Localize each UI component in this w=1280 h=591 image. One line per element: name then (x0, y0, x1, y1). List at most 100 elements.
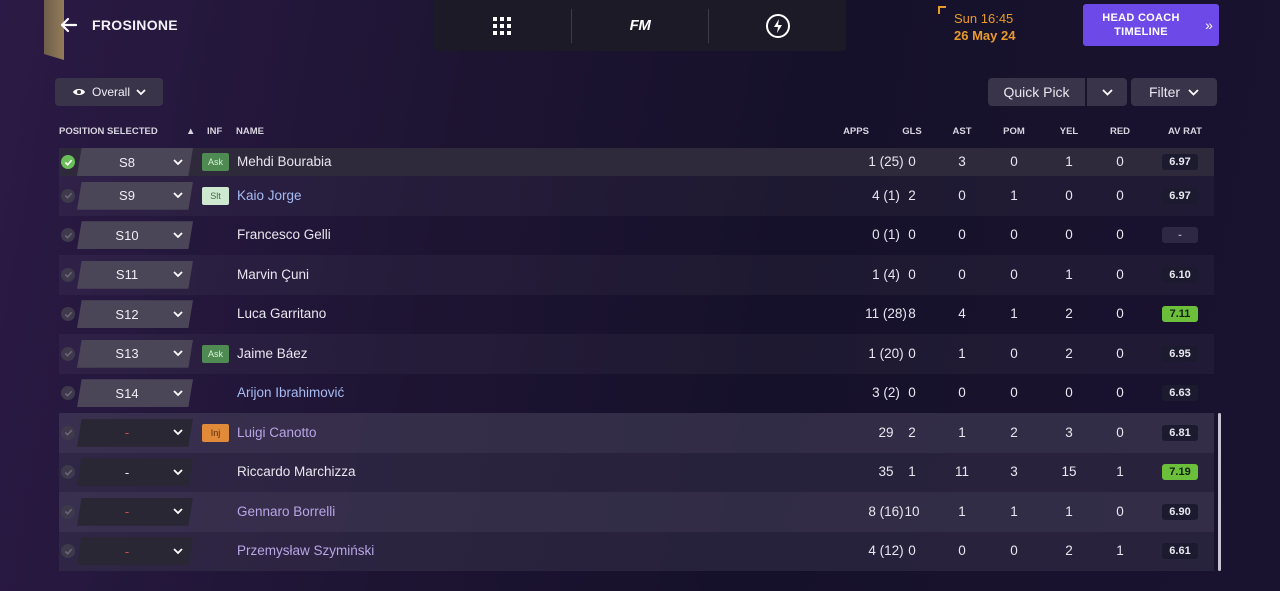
position-select[interactable]: - (77, 497, 193, 526)
head-coach-timeline-button[interactable]: HEAD COACH TIMELINE » (1083, 4, 1219, 46)
position-select[interactable]: - (77, 418, 193, 447)
player-name[interactable]: Przemysław Szymiński (237, 543, 374, 558)
col-gls[interactable]: GLS (892, 126, 932, 137)
stat-gls: 2 (908, 424, 916, 440)
selection-check-icon[interactable] (61, 386, 75, 401)
position-select[interactable]: S11 (77, 260, 193, 289)
table-row[interactable]: - Przemysław Szymiński 4 (12) 0 0 0 2 1 6.61 (59, 531, 1214, 571)
selection-check-icon[interactable] (61, 465, 75, 480)
stat-yel: 3 (1065, 424, 1073, 440)
date-day[interactable]: 26 May 24 (954, 28, 1015, 43)
stat-ast: 1 (958, 345, 966, 361)
table-row[interactable]: S8 Ask Mehdi Bourabia 1 (25) 0 3 0 1 0 6.97 (59, 148, 1214, 176)
table-row[interactable]: - Inj Luigi Canotto 29 2 1 2 3 0 6.81 (59, 413, 1214, 453)
selection-check-icon[interactable] (61, 425, 75, 440)
player-name[interactable]: Luca Garritano (237, 306, 326, 321)
position-select[interactable]: - (77, 458, 193, 487)
col-pom[interactable]: POM (994, 126, 1034, 137)
player-name[interactable]: Arijon Ibrahimović (237, 385, 344, 400)
col-name[interactable]: NAME (236, 126, 264, 137)
col-av-rat[interactable]: AV RAT (1163, 126, 1207, 137)
table-row[interactable]: S11 Marvin Çuni 1 (4) 0 0 0 1 0 6.10 (59, 255, 1214, 295)
col-apps[interactable]: APPS (836, 126, 876, 137)
stat-ast: 1 (958, 503, 966, 519)
fm-home-button[interactable]: FM (572, 0, 709, 51)
table-row[interactable]: S12 Luca Garritano 11 (28) 8 4 1 2 0 7.11 (59, 295, 1214, 335)
chevron-down-icon (1101, 88, 1113, 96)
selection-check-icon[interactable] (61, 307, 75, 322)
selection-check-icon[interactable] (61, 155, 75, 169)
selection-check-icon[interactable] (61, 188, 75, 203)
info-badge[interactable]: Inj (202, 423, 229, 442)
club-name[interactable]: FROSINONE (92, 17, 178, 33)
quick-pick-button[interactable]: Quick Pick (988, 78, 1085, 106)
squad-table: S8 Ask Mehdi Bourabia 1 (25) 0 3 0 1 0 6.97 S9 Slt K… (59, 148, 1214, 571)
info-badge[interactable]: Ask (202, 344, 229, 363)
position-select[interactable]: S10 (77, 221, 193, 250)
position-select[interactable]: S8 (77, 148, 193, 176)
stat-ast: 0 (958, 266, 966, 282)
table-row[interactable]: - Gennaro Borrelli 8 (16) 10 1 1 1 0 6.90 (59, 492, 1214, 532)
position-select[interactable]: S9 (77, 181, 193, 210)
stat-yel: 15 (1061, 464, 1077, 480)
position-value: S10 (115, 227, 139, 243)
average-rating: 6.95 (1162, 345, 1198, 362)
stat-ast: 0 (958, 227, 966, 243)
position-value: S14 (115, 385, 139, 401)
double-chevron-right-icon: » (1205, 17, 1213, 33)
player-name[interactable]: Jaime Báez (237, 346, 308, 361)
info-badge[interactable]: Ask (202, 153, 229, 171)
position-value: - (124, 543, 130, 559)
table-row[interactable]: - Riccardo Marchizza 35 1 11 3 15 1 7.19 (59, 452, 1214, 492)
stat-pom: 0 (1010, 154, 1018, 169)
quick-pick-dropdown[interactable] (1087, 78, 1127, 106)
col-red[interactable]: RED (1100, 126, 1140, 137)
selection-check-icon[interactable] (61, 267, 75, 282)
scrollbar[interactable] (1218, 413, 1221, 571)
col-ast[interactable]: AST (942, 126, 982, 137)
menu-grid-button[interactable] (434, 0, 571, 51)
stat-red: 1 (1116, 464, 1124, 480)
info-badge[interactable]: Slt (202, 186, 229, 205)
col-position-selected[interactable]: POSITION SELECTED (59, 126, 158, 137)
chevron-down-icon (163, 350, 193, 357)
table-row[interactable]: S14 Arijon Ibrahimović 3 (2) 0 0 0 0 0 6.63 (59, 374, 1214, 414)
selection-check-icon[interactable] (61, 504, 75, 519)
stat-ast: 1 (958, 424, 966, 440)
sort-ascending-icon[interactable]: ▲ (186, 126, 195, 137)
back-button[interactable] (56, 12, 82, 38)
player-name[interactable]: Kaio Jorge (237, 188, 302, 203)
player-name[interactable]: Luigi Canotto (237, 425, 317, 440)
player-name[interactable]: Riccardo Marchizza (237, 464, 356, 479)
player-name[interactable]: Mehdi Bourabia (237, 154, 332, 169)
table-row[interactable]: S13 Ask Jaime Báez 1 (20) 0 1 0 2 0 6.95 (59, 334, 1214, 374)
continue-button[interactable] (709, 0, 846, 51)
player-name[interactable]: Marvin Çuni (237, 267, 309, 282)
stat-yel: 2 (1065, 345, 1073, 361)
position-select[interactable]: - (77, 537, 193, 566)
position-select[interactable]: S12 (77, 300, 193, 329)
quick-pick-label: Quick Pick (1003, 84, 1070, 100)
stat-gls: 0 (908, 227, 916, 243)
date-time[interactable]: Sun 16:45 (954, 11, 1013, 26)
position-select[interactable]: S14 (77, 379, 193, 408)
stat-pom: 0 (1010, 266, 1018, 282)
selection-check-icon[interactable] (61, 346, 75, 361)
position-select[interactable]: S13 (77, 339, 193, 368)
table-row[interactable]: S9 Slt Kaio Jorge 4 (1) 2 0 1 0 0 6.97 (59, 176, 1214, 216)
stat-yel: 1 (1065, 266, 1073, 282)
col-yel[interactable]: YEL (1049, 126, 1089, 137)
player-name[interactable]: Gennaro Borrelli (237, 504, 335, 519)
filter-button[interactable]: Filter (1131, 78, 1217, 106)
selection-check-icon[interactable] (61, 228, 75, 243)
selection-check-icon[interactable] (61, 544, 75, 559)
chevron-down-icon (163, 158, 193, 166)
player-name[interactable]: Francesco Gelli (237, 227, 331, 242)
stat-yel: 0 (1065, 385, 1073, 401)
filter-label: Filter (1148, 84, 1181, 100)
stat-gls: 0 (908, 543, 916, 559)
view-dropdown[interactable]: Overall (55, 78, 163, 106)
table-row[interactable]: S10 Francesco Gelli 0 (1) 0 0 0 0 0- (59, 216, 1214, 256)
chevron-down-icon (163, 469, 193, 476)
col-inf[interactable]: INF (207, 126, 222, 137)
